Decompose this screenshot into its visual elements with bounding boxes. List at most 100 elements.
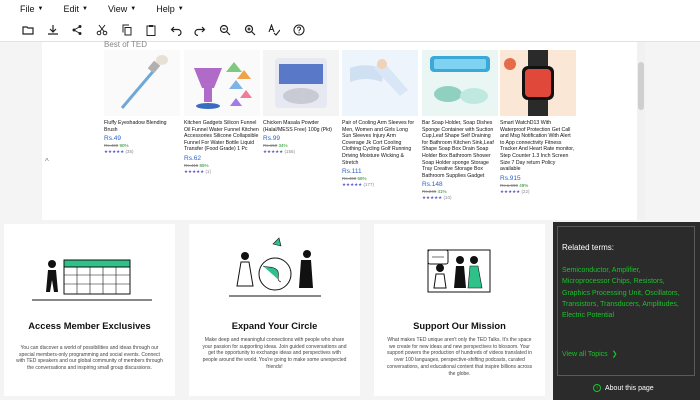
caret-down-icon: ▼ xyxy=(130,6,137,12)
product-image-smart-watch xyxy=(500,50,576,116)
product-price: Rs.148 xyxy=(422,181,443,189)
related-terms-panel: Related terms: Semiconductor, Amplifier,… xyxy=(553,222,700,400)
rating-count: (177) xyxy=(363,182,374,188)
info-icon: i xyxy=(593,384,601,392)
share-icon xyxy=(72,24,82,35)
product-image-brush xyxy=(104,50,180,116)
product-discount: 85% xyxy=(199,162,209,168)
menu-view-label: View xyxy=(107,4,128,14)
scroll-up-icon[interactable]: ^ xyxy=(45,157,49,166)
related-title: Related terms: xyxy=(562,243,615,252)
paste-icon xyxy=(146,24,156,36)
menu-file[interactable]: File ▼ xyxy=(20,4,43,14)
view-all-topics-link[interactable]: View all Topics ❯ xyxy=(562,350,618,359)
rating-count: (22) xyxy=(521,188,530,194)
redo-icon xyxy=(194,26,206,36)
about-this-page-link[interactable]: i About this page xyxy=(593,384,654,392)
product-discount: 41% xyxy=(437,189,447,195)
card-title: Access Member Exclusives xyxy=(28,320,151,331)
paste-button[interactable] xyxy=(139,20,164,40)
product-card[interactable]: Chicken Masala Powder (Halal/MESS Free) … xyxy=(263,50,339,155)
product-image-arm-sleeves xyxy=(342,50,418,116)
product-price: Rs.111 xyxy=(342,168,362,176)
copy-button[interactable] xyxy=(114,20,139,40)
scrollbar-thumb[interactable] xyxy=(638,62,644,110)
open-icon xyxy=(22,25,34,35)
open-button[interactable] xyxy=(16,20,41,40)
menu-help[interactable]: Help ▼ xyxy=(156,4,183,14)
menu-bar: File ▼ Edit ▼ View ▼ Help ▼ xyxy=(0,0,700,18)
chevron-right-icon: ❯ xyxy=(611,351,618,358)
product-card[interactable]: Pair of Cooling Arm Sleeves for Men, Wom… xyxy=(342,50,418,188)
undo-button[interactable] xyxy=(164,20,189,40)
product-old-price: Rs.150 xyxy=(263,143,278,149)
caret-down-icon: ▼ xyxy=(81,6,88,12)
copy-icon xyxy=(122,24,132,35)
product-discount: 90% xyxy=(119,143,129,149)
cut-button[interactable] xyxy=(90,20,115,40)
product-old-price: Rs.400 xyxy=(342,176,357,182)
product-name: Bar Soap Holder, Soap Dishes Sponge Cont… xyxy=(422,120,494,179)
caret-down-icon: ▼ xyxy=(37,6,44,12)
rating-stars: ★★★★★ xyxy=(500,188,521,194)
rating-stars: ★★★★★ xyxy=(263,149,284,155)
card-body: Make deep and meaningful connections wit… xyxy=(202,337,347,370)
zoom-out-button[interactable] xyxy=(213,20,238,40)
product-old-price: Rs.249 xyxy=(422,189,437,195)
card-expand-circle: Expand Your Circle Make deep and meaning… xyxy=(189,224,360,396)
help-icon xyxy=(293,23,305,36)
product-panel: Best of TED ^ Fluffy Eyeshadow Blending … xyxy=(42,40,645,220)
menu-edit[interactable]: Edit ▼ xyxy=(63,4,87,14)
menu-view[interactable]: View ▼ xyxy=(108,4,136,14)
product-name: Chicken Masala Powder (Halal/MESS Free) … xyxy=(263,120,332,133)
help-button[interactable] xyxy=(287,20,312,40)
rating-count: (35) xyxy=(125,149,134,155)
related-terms-list[interactable]: Semiconductor, Amplifier, Microprocessor… xyxy=(562,265,690,321)
product-name: Kitchen Gadgets Silicon Funnel Oil Funne… xyxy=(184,120,259,153)
rating-stars: ★★★★★ xyxy=(422,195,443,201)
globe-people-illustration-icon xyxy=(229,237,321,297)
product-card[interactable]: Fluffy Eyeshadow Blending Brush Rs.49 Rs… xyxy=(104,50,180,155)
product-price: Rs.99 xyxy=(263,135,280,143)
team-chat-illustration-icon xyxy=(427,249,491,293)
menu-edit-label: Edit xyxy=(63,4,79,14)
caret-down-icon: ▼ xyxy=(177,6,184,12)
product-discount: 34% xyxy=(278,143,288,149)
rating-count: (1) xyxy=(205,168,211,174)
download-button[interactable] xyxy=(41,20,66,40)
product-card[interactable]: Bar Soap Holder, Soap Dishes Sponge Cont… xyxy=(422,50,498,201)
product-card[interactable]: Smart WatchD13 With Waterproof Protectio… xyxy=(500,50,576,195)
zoom-in-icon xyxy=(244,24,256,35)
product-price: Rs.62 xyxy=(184,154,201,162)
card-body: You can discover a world of possibilitie… xyxy=(16,345,163,372)
card-title: Support Our Mission xyxy=(413,320,506,331)
product-card[interactable]: Kitchen Gadgets Silicon Funnel Oil Funne… xyxy=(184,50,260,175)
product-price: Rs.49 xyxy=(104,135,121,143)
product-image-soap-holder xyxy=(422,50,498,116)
about-label: About this page xyxy=(605,384,654,392)
rating-count: (10) xyxy=(443,195,452,201)
zoom-in-button[interactable] xyxy=(237,20,262,40)
product-image-masala xyxy=(263,50,339,116)
undo-icon xyxy=(170,26,182,36)
spell-check-button[interactable] xyxy=(262,20,287,40)
share-button[interactable] xyxy=(65,20,90,40)
card-access-member: Access Member Exclusives You can discove… xyxy=(4,224,175,396)
card-support-mission: Support Our Mission What makes TED uniqu… xyxy=(374,224,545,396)
card-body: What makes TED unique aren't only the TE… xyxy=(386,337,533,377)
rating-stars: ★★★★★ xyxy=(104,149,125,155)
rating-stars: ★★★★★ xyxy=(342,182,363,188)
product-name: Fluffy Eyeshadow Blending Brush xyxy=(104,120,167,133)
view-all-label: View all Topics xyxy=(562,350,608,358)
redo-button[interactable] xyxy=(188,20,213,40)
rating-stars: ★★★★★ xyxy=(184,168,205,174)
cut-icon xyxy=(96,24,108,35)
card-title: Expand Your Circle xyxy=(231,320,318,331)
zoom-out-icon xyxy=(219,24,231,35)
menu-help-label: Help xyxy=(156,4,175,14)
calendar-illustration-icon xyxy=(32,259,152,301)
section-title: Best of TED xyxy=(104,40,147,49)
product-old-price: Rs.499 xyxy=(104,143,119,149)
product-name: Pair of Cooling Arm Sleeves for Men, Wom… xyxy=(342,120,415,166)
product-price: Rs.915 xyxy=(500,174,521,182)
